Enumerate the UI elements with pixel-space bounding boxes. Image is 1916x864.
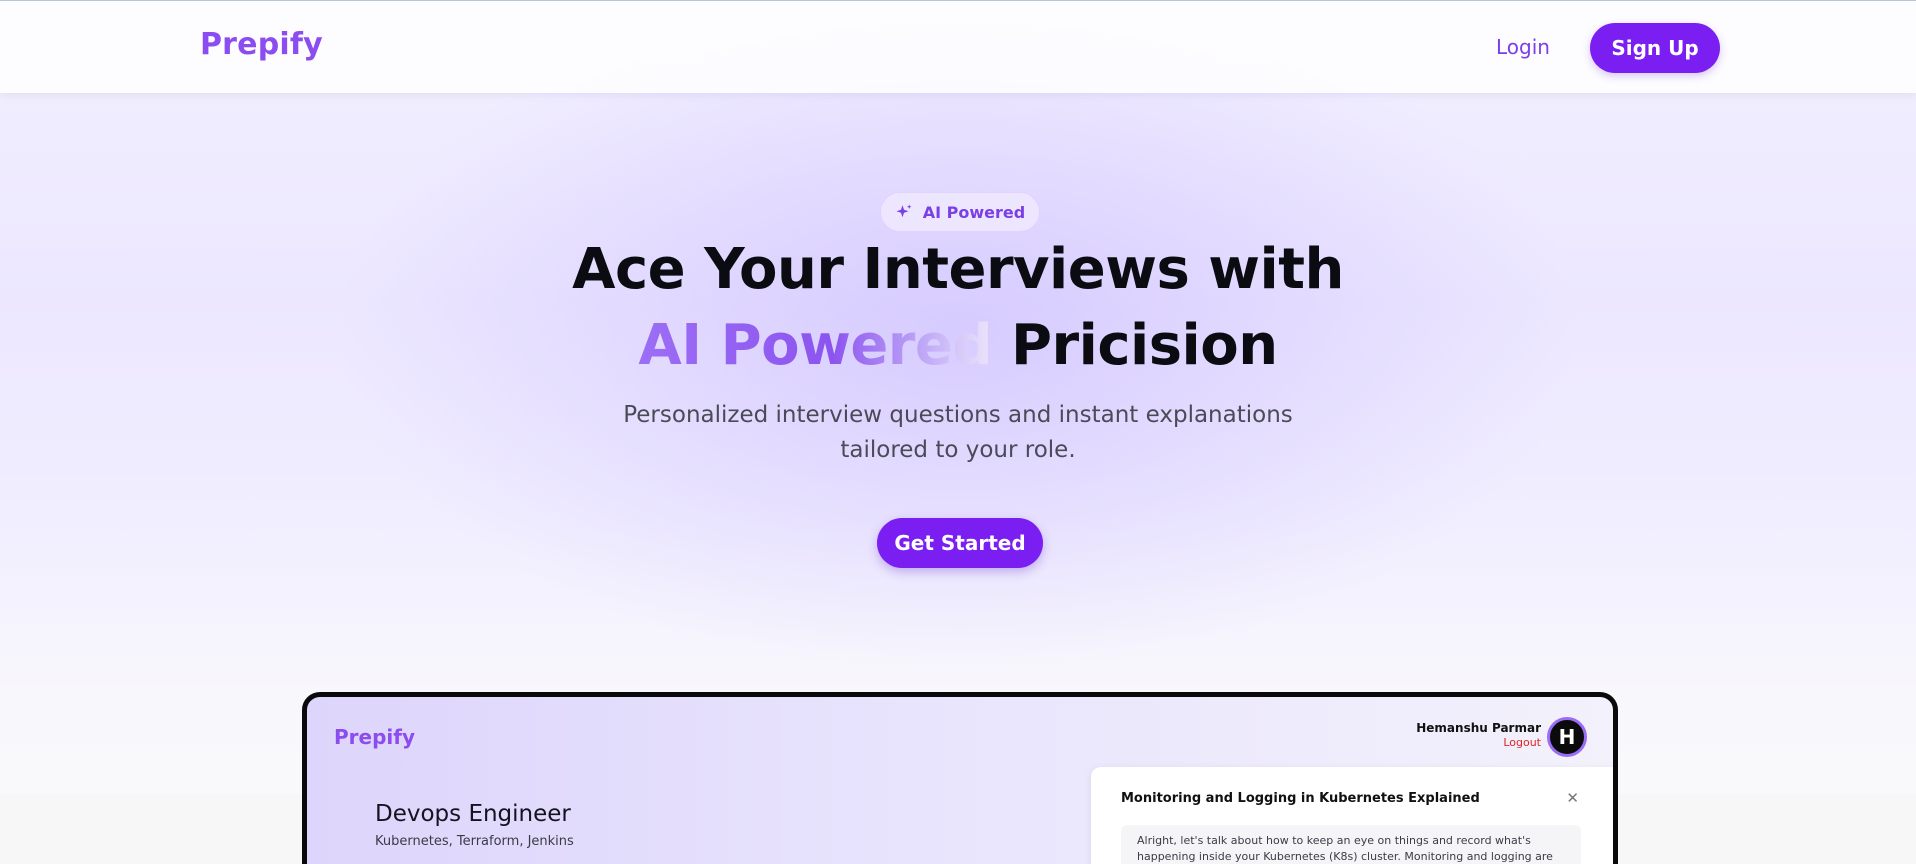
hero-title-accent: AI Powered xyxy=(638,313,992,378)
avatar[interactable]: H xyxy=(1547,717,1587,757)
app-preview-frame: Prepify Hemanshu Parmar Logout H Devops … xyxy=(302,692,1618,864)
signup-button[interactable]: Sign Up xyxy=(1590,23,1720,73)
hero-title-rest: Pricision xyxy=(991,313,1278,378)
hero-subtitle-line1: Personalized interview questions and ins… xyxy=(623,402,1293,428)
badge-label: AI Powered xyxy=(922,202,1026,222)
preview-panel-body: Alright, let's talk about how to keep an… xyxy=(1121,825,1581,864)
preview-role-tags: Kubernetes, Terraform, Jenkins xyxy=(375,834,574,849)
get-started-button[interactable]: Get Started xyxy=(877,518,1043,568)
ai-powered-badge: AI Powered xyxy=(880,192,1040,232)
close-icon[interactable]: ✕ xyxy=(1566,789,1579,807)
preview-explanation-panel: Monitoring and Logging in Kubernetes Exp… xyxy=(1091,767,1613,864)
preview-logo: Prepify xyxy=(334,725,415,749)
login-link[interactable]: Login xyxy=(1496,35,1550,59)
preview-panel-title: Monitoring and Logging in Kubernetes Exp… xyxy=(1121,791,1480,806)
preview-role-title: Devops Engineer xyxy=(375,801,571,827)
preview-logout-link[interactable]: Logout xyxy=(1416,736,1541,749)
hero-title-line1: Ace Your Interviews with xyxy=(572,237,1344,302)
preview-user-name: Hemanshu Parmar xyxy=(1416,721,1541,735)
sparkle-icon xyxy=(896,204,912,218)
hero-title: Ace Your Interviews with AI Powered Pric… xyxy=(0,232,1916,384)
hero-subtitle: Personalized interview questions and ins… xyxy=(0,398,1916,468)
hero-title-line2: AI Powered Pricision xyxy=(0,308,1916,384)
preview-user-info: Hemanshu Parmar Logout xyxy=(1416,721,1541,749)
landing-page: Prepify Login Sign Up AI Powered Ace You… xyxy=(0,0,1916,864)
navbar: Prepify Login Sign Up xyxy=(0,0,1916,93)
hero-subtitle-line2: tailored to your role. xyxy=(840,437,1076,463)
logo[interactable]: Prepify xyxy=(200,27,323,62)
